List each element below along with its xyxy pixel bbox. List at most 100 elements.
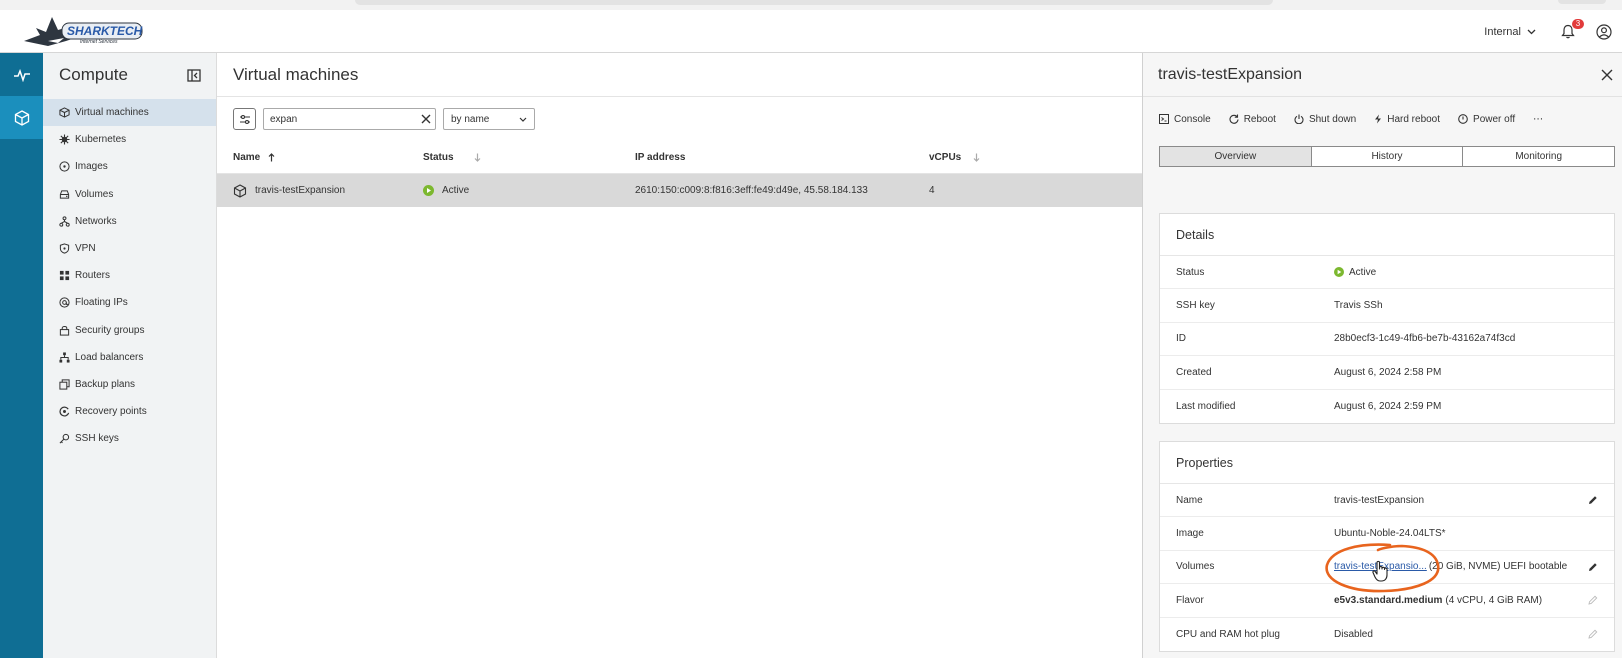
filter-button[interactable] bbox=[233, 108, 256, 130]
sidebar-item-images[interactable]: Images bbox=[43, 153, 216, 180]
load-balancer-icon bbox=[59, 352, 70, 363]
details-card: Details Status Active SSH key Travis SSh… bbox=[1159, 213, 1615, 424]
console-button[interactable]: Console bbox=[1159, 114, 1211, 125]
property-row-hot-plug: CPU and RAM hot plug Disabled bbox=[1160, 618, 1614, 651]
user-account-button[interactable] bbox=[1594, 22, 1614, 42]
power-icon bbox=[1294, 114, 1304, 124]
edit-pencil-icon[interactable] bbox=[1588, 562, 1598, 572]
shield-icon bbox=[59, 243, 70, 254]
detail-label: ID bbox=[1176, 333, 1186, 345]
detail-label: Created bbox=[1176, 366, 1212, 378]
edit-pencil-icon[interactable] bbox=[1588, 629, 1598, 639]
org-selector[interactable]: Internal bbox=[1484, 26, 1536, 38]
sidebar-item-routers[interactable]: Routers bbox=[43, 262, 216, 289]
rail-monitoring[interactable] bbox=[0, 53, 43, 96]
sliders-icon bbox=[239, 114, 250, 124]
sort-select[interactable]: by name bbox=[443, 108, 535, 130]
tab-overview[interactable]: Overview bbox=[1160, 147, 1312, 166]
vm-status: Active bbox=[442, 185, 470, 196]
vm-ip: 2610:150:c009:8:f816:3eff:fe49:d49e, 45.… bbox=[635, 185, 868, 196]
sidebar-title: Compute bbox=[59, 65, 128, 84]
vm-ip-cell: 2610:150:c009:8:f816:3eff:fe49:d49e, 45.… bbox=[635, 185, 929, 196]
table-row[interactable]: travis-testExpansion Active 2610:150:c00… bbox=[217, 174, 1142, 207]
sidebar-item-volumes[interactable]: Volumes bbox=[43, 181, 216, 208]
chevron-down-icon bbox=[1527, 29, 1536, 34]
rail-compute[interactable] bbox=[0, 96, 43, 139]
sidebar-item-kubernetes[interactable]: Kubernetes bbox=[43, 126, 216, 153]
kubernetes-icon bbox=[59, 134, 70, 145]
sidebar-item-label: VPN bbox=[75, 243, 96, 255]
clear-search-icon[interactable] bbox=[421, 114, 431, 124]
backup-icon bbox=[59, 379, 70, 390]
more-actions-button[interactable]: ⋯ bbox=[1533, 114, 1543, 125]
vm-vcpus-cell: 4 bbox=[929, 185, 1079, 196]
sidebar-item-label: Load balancers bbox=[75, 351, 144, 363]
tab-history[interactable]: History bbox=[1311, 147, 1464, 166]
hard-reboot-label: Hard reboot bbox=[1387, 113, 1441, 125]
browser-url-bar[interactable] bbox=[355, 0, 1273, 5]
hard-reboot-button[interactable]: Hard reboot bbox=[1374, 114, 1440, 125]
sidebar-item-vpn[interactable]: VPN bbox=[43, 235, 216, 262]
column-header-vcpus[interactable]: vCPUs bbox=[929, 152, 1079, 163]
reboot-button[interactable]: Reboot bbox=[1229, 114, 1276, 125]
column-header-label: Status bbox=[423, 151, 454, 163]
search-input[interactable] bbox=[270, 113, 410, 125]
status-active-icon bbox=[1334, 267, 1344, 278]
sidebar-item-label: Kubernetes bbox=[75, 134, 127, 146]
detail-row-status: Status Active bbox=[1160, 256, 1614, 290]
main-content: Virtual machines by name Name Status IP … bbox=[217, 53, 1142, 658]
more-actions-icon: ⋯ bbox=[1533, 113, 1544, 125]
search-field bbox=[263, 108, 436, 130]
sidebar-item-load-balancers[interactable]: Load balancers bbox=[43, 344, 216, 371]
edit-pencil-icon[interactable] bbox=[1588, 495, 1598, 505]
list-toolbar: by name bbox=[217, 97, 1142, 141]
property-label: Image bbox=[1176, 528, 1204, 540]
collapse-sidebar-icon[interactable] bbox=[187, 68, 201, 82]
sidebar-item-security-groups[interactable]: Security groups bbox=[43, 317, 216, 344]
vm-name-cell: travis-testExpansion bbox=[217, 183, 423, 198]
sidebar-item-recovery-points[interactable]: Recovery points bbox=[43, 398, 216, 425]
close-icon[interactable] bbox=[1601, 69, 1613, 81]
sidebar-item-floating-ips[interactable]: Floating IPs bbox=[43, 289, 216, 316]
network-icon bbox=[59, 216, 70, 227]
power-off-icon bbox=[1458, 114, 1468, 124]
browser-corner-button[interactable] bbox=[1558, 0, 1606, 4]
column-header-name[interactable]: Name bbox=[217, 152, 423, 163]
detail-row-id: ID 28b0ecf3-1c49-4fb6-be7b-43162a74f3cd bbox=[1160, 323, 1614, 357]
vm-status-cell: Active bbox=[423, 185, 635, 196]
sharktech-logo[interactable]: SHARKTECH Internet Services bbox=[22, 11, 146, 51]
detail-value: Travis SSh bbox=[1334, 300, 1383, 312]
edit-pencil-icon[interactable] bbox=[1588, 595, 1598, 605]
volume-icon bbox=[59, 189, 70, 199]
tab-monitoring[interactable]: Monitoring bbox=[1463, 147, 1615, 166]
column-header-status[interactable]: Status bbox=[423, 152, 635, 163]
property-label: Volumes bbox=[1176, 561, 1215, 573]
flavor-name: e5v3.standard.medium bbox=[1334, 594, 1443, 606]
org-label: Internal bbox=[1484, 25, 1521, 38]
property-value: Ubuntu-Noble-24.04LTS* bbox=[1334, 528, 1446, 540]
image-disc-icon bbox=[59, 161, 70, 173]
shutdown-button[interactable]: Shut down bbox=[1294, 114, 1356, 125]
property-row-flavor: Flavor e5v3.standard.medium (4 vCPU, 4 G… bbox=[1160, 584, 1614, 618]
sidebar-item-label: Images bbox=[75, 161, 108, 173]
property-value: travis-testExpansion bbox=[1334, 494, 1425, 506]
reboot-icon bbox=[1229, 114, 1239, 124]
sidebar-item-ssh-keys[interactable]: SSH keys bbox=[43, 425, 216, 452]
router-icon bbox=[59, 271, 70, 281]
detail-label: Last modified bbox=[1176, 400, 1236, 412]
property-label: Name bbox=[1176, 494, 1203, 506]
vm-actions-bar: Console Reboot Shut down Hard reboot Pow… bbox=[1143, 97, 1622, 141]
detail-value: August 6, 2024 2:59 PM bbox=[1334, 400, 1442, 412]
power-off-button[interactable]: Power off bbox=[1458, 114, 1515, 125]
recovery-icon bbox=[59, 406, 70, 417]
sort-ascending-icon bbox=[268, 152, 275, 161]
page-title: Virtual machines bbox=[233, 64, 359, 84]
sidebar-item-backup-plans[interactable]: Backup plans bbox=[43, 371, 216, 398]
sidebar-item-networks[interactable]: Networks bbox=[43, 208, 216, 235]
column-header-ip-address[interactable]: IP address bbox=[635, 152, 929, 163]
notifications-button[interactable]: 3 bbox=[1558, 18, 1584, 42]
sidebar-item-label: Networks bbox=[75, 215, 117, 227]
sidebar-item-virtual-machines[interactable]: Virtual machines bbox=[43, 99, 216, 127]
sidebar-item-label: Floating IPs bbox=[75, 297, 128, 309]
property-label: CPU and RAM hot plug bbox=[1176, 628, 1280, 640]
